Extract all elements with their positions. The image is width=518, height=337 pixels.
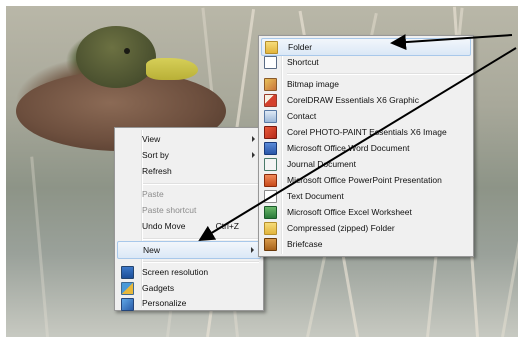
desktop-context-menu: View Sort by Refresh Paste Paste shortcu… bbox=[114, 127, 264, 311]
menu-separator bbox=[143, 261, 259, 263]
contact-icon bbox=[264, 110, 277, 123]
menu-separator bbox=[287, 73, 469, 75]
menu-item-label: Undo Move bbox=[142, 221, 186, 231]
text-document-icon bbox=[264, 190, 277, 203]
duck-bill bbox=[146, 58, 198, 80]
gadgets-icon bbox=[121, 282, 134, 295]
submenu-item-label: Shortcut bbox=[287, 57, 319, 67]
menu-item-new[interactable]: New bbox=[117, 241, 261, 259]
menu-item-label: Refresh bbox=[142, 166, 172, 176]
menu-item-label: Paste bbox=[142, 189, 164, 199]
duck-head bbox=[76, 26, 156, 88]
submenu-item-briefcase[interactable]: Briefcase bbox=[261, 236, 471, 252]
word-icon bbox=[264, 142, 277, 155]
submenu-arrow-icon bbox=[251, 247, 254, 253]
screen-resolution-icon bbox=[121, 266, 134, 279]
submenu-item-label: Contact bbox=[287, 111, 317, 121]
bitmap-image-icon bbox=[264, 78, 277, 91]
submenu-item-label: Corel PHOTO-PAINT Essentials X6 Image bbox=[287, 127, 447, 137]
briefcase-icon bbox=[264, 238, 277, 251]
menu-item-view[interactable]: View bbox=[117, 131, 261, 147]
menu-item-undo-move[interactable]: Undo Move Ctrl+Z bbox=[117, 218, 261, 234]
menu-item-screen-resolution[interactable]: Screen resolution bbox=[117, 264, 261, 280]
submenu-item-journal[interactable]: Journal Document bbox=[261, 156, 471, 172]
menu-item-label: Paste shortcut bbox=[142, 205, 197, 215]
personalize-icon bbox=[121, 298, 134, 311]
journal-icon bbox=[264, 158, 277, 171]
menu-separator bbox=[143, 238, 259, 240]
submenu-item-label: Microsoft Office Excel Worksheet bbox=[287, 207, 412, 217]
submenu-item-label: Microsoft Office PowerPoint Presentation bbox=[287, 175, 442, 185]
powerpoint-icon bbox=[264, 174, 277, 187]
submenu-item-powerpoint[interactable]: Microsoft Office PowerPoint Presentation bbox=[261, 172, 471, 188]
menu-item-paste-shortcut[interactable]: Paste shortcut bbox=[117, 202, 261, 218]
submenu-item-zip-folder[interactable]: Compressed (zipped) Folder bbox=[261, 220, 471, 236]
menu-item-shortcut: Ctrl+Z bbox=[215, 221, 239, 231]
submenu-item-text-document[interactable]: Text Document bbox=[261, 188, 471, 204]
submenu-item-label: CorelDRAW Essentials X6 Graphic bbox=[287, 95, 419, 105]
submenu-arrow-icon bbox=[252, 136, 255, 142]
submenu-item-contact[interactable]: Contact bbox=[261, 108, 471, 124]
submenu-item-label: Compressed (zipped) Folder bbox=[287, 223, 395, 233]
folder-icon bbox=[265, 41, 278, 54]
submenu-item-label: Folder bbox=[288, 42, 313, 52]
submenu-arrow-icon bbox=[252, 152, 255, 158]
submenu-item-label: Text Document bbox=[287, 191, 344, 201]
submenu-item-label: Microsoft Office Word Document bbox=[287, 143, 410, 153]
submenu-item-label: Briefcase bbox=[287, 239, 323, 249]
duck-eye bbox=[124, 48, 130, 54]
new-submenu: Folder Shortcut Bitmap image CorelDRAW E… bbox=[258, 35, 474, 257]
coreldraw-icon bbox=[264, 94, 277, 107]
menu-item-label: View bbox=[142, 134, 161, 144]
submenu-item-coreldraw[interactable]: CorelDRAW Essentials X6 Graphic bbox=[261, 92, 471, 108]
menu-item-label: Gadgets bbox=[142, 283, 175, 293]
menu-item-paste[interactable]: Paste bbox=[117, 186, 261, 202]
excel-icon bbox=[264, 206, 277, 219]
submenu-item-excel[interactable]: Microsoft Office Excel Worksheet bbox=[261, 204, 471, 220]
menu-item-label: Sort by bbox=[142, 150, 169, 160]
zip-folder-icon bbox=[264, 222, 277, 235]
submenu-item-photo-paint[interactable]: Corel PHOTO-PAINT Essentials X6 Image bbox=[261, 124, 471, 140]
menu-item-label: Personalize bbox=[142, 298, 187, 308]
submenu-item-word[interactable]: Microsoft Office Word Document bbox=[261, 140, 471, 156]
menu-item-personalize[interactable]: Personalize bbox=[117, 296, 261, 311]
submenu-item-label: Journal Document bbox=[287, 159, 356, 169]
menu-item-label: Screen resolution bbox=[142, 267, 209, 277]
menu-item-gadgets[interactable]: Gadgets bbox=[117, 280, 261, 296]
submenu-item-bitmap-image[interactable]: Bitmap image bbox=[261, 76, 471, 92]
menu-separator bbox=[143, 183, 259, 185]
shortcut-icon bbox=[264, 56, 277, 69]
menu-item-label: New bbox=[143, 245, 161, 255]
menu-item-refresh[interactable]: Refresh bbox=[117, 163, 261, 179]
menu-item-sort-by[interactable]: Sort by bbox=[117, 147, 261, 163]
submenu-item-shortcut[interactable]: Shortcut bbox=[261, 54, 471, 70]
submenu-item-label: Bitmap image bbox=[287, 79, 339, 89]
photo-paint-icon bbox=[264, 126, 277, 139]
